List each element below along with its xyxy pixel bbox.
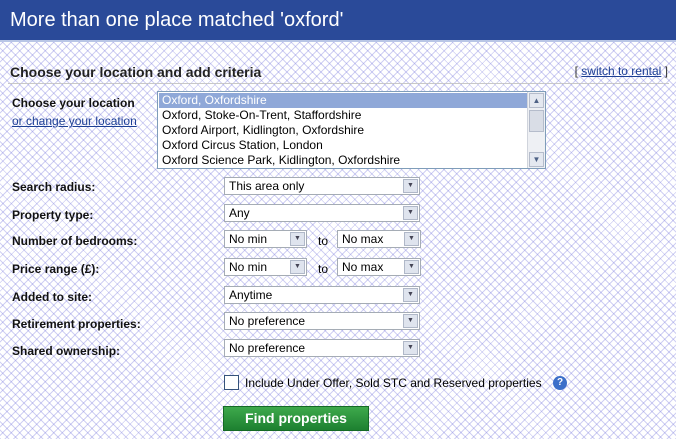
price-max-select[interactable]: No max ▼ bbox=[337, 258, 421, 276]
radius-label: Search radius: bbox=[12, 180, 96, 194]
location-option[interactable]: Oxford, Stoke-On-Trent, Staffordshire bbox=[159, 108, 527, 123]
shared-value: No preference bbox=[229, 341, 306, 355]
chevron-down-icon: ▼ bbox=[404, 260, 419, 274]
price-max-value: No max bbox=[342, 260, 384, 274]
chevron-down-icon: ▼ bbox=[290, 260, 305, 274]
retirement-value: No preference bbox=[229, 314, 306, 328]
include-under-offer-label[interactable]: Include Under Offer, Sold STC and Reserv… bbox=[245, 376, 542, 390]
radius-select[interactable]: This area only ▼ bbox=[224, 177, 420, 195]
switch-to-rental-link[interactable]: switch to rental bbox=[581, 64, 661, 78]
change-location-link[interactable]: or change your location bbox=[12, 114, 137, 128]
location-label: Choose your location bbox=[12, 96, 135, 110]
switch-bracket-close: ] bbox=[661, 64, 668, 78]
bedrooms-min-value: No min bbox=[229, 232, 268, 246]
chevron-down-icon: ▼ bbox=[403, 288, 418, 302]
location-option[interactable]: Oxford Science Park, Kidlington, Oxfords… bbox=[159, 153, 527, 168]
property-type-label: Property type: bbox=[12, 208, 94, 222]
help-icon[interactable]: ? bbox=[553, 376, 567, 390]
shared-label: Shared ownership: bbox=[12, 344, 121, 358]
bedrooms-label: Number of bedrooms: bbox=[12, 234, 138, 248]
added-value: Anytime bbox=[229, 288, 273, 302]
bedrooms-to-text: to bbox=[318, 234, 329, 248]
include-under-offer-checkbox[interactable] bbox=[224, 375, 239, 390]
chevron-down-icon: ▼ bbox=[404, 232, 419, 246]
location-option[interactable]: Oxford Airport, Kidlington, Oxfordshire bbox=[159, 123, 527, 138]
chevron-down-icon: ▼ bbox=[290, 232, 305, 246]
scroll-thumb[interactable] bbox=[529, 110, 544, 132]
retirement-label: Retirement properties: bbox=[12, 317, 141, 331]
bedrooms-max-select[interactable]: No max ▼ bbox=[337, 230, 421, 248]
section-divider bbox=[8, 83, 669, 84]
price-min-value: No min bbox=[229, 260, 268, 274]
chevron-down-icon: ▼ bbox=[403, 179, 418, 193]
scroll-down-arrow-icon[interactable]: ▼ bbox=[529, 152, 544, 167]
listbox-scrollbar[interactable]: ▲ ▼ bbox=[527, 92, 545, 168]
location-option[interactable]: Oxford, Oxfordshire bbox=[159, 93, 527, 108]
property-type-select[interactable]: Any ▼ bbox=[224, 204, 420, 222]
price-to-text: to bbox=[318, 262, 329, 276]
switch-to-rental: [ switch to rental ] bbox=[575, 64, 668, 78]
scroll-up-arrow-icon[interactable]: ▲ bbox=[529, 93, 544, 108]
section-title: Choose your location and add criteria bbox=[10, 64, 262, 80]
added-select[interactable]: Anytime ▼ bbox=[224, 286, 420, 304]
price-min-select[interactable]: No min ▼ bbox=[224, 258, 307, 276]
bedrooms-max-value: No max bbox=[342, 232, 384, 246]
added-label: Added to site: bbox=[12, 290, 92, 304]
find-properties-button[interactable]: Find properties bbox=[223, 406, 369, 431]
shared-select[interactable]: No preference ▼ bbox=[224, 339, 420, 357]
price-label: Price range (£): bbox=[12, 262, 100, 276]
location-listbox[interactable]: Oxford, Oxfordshire Oxford, Stoke-On-Tre… bbox=[157, 91, 546, 169]
bedrooms-min-select[interactable]: No min ▼ bbox=[224, 230, 307, 248]
location-option[interactable]: Oxford Circus Station, London bbox=[159, 138, 527, 153]
header-divider bbox=[0, 40, 676, 42]
chevron-down-icon: ▼ bbox=[403, 206, 418, 220]
retirement-select[interactable]: No preference ▼ bbox=[224, 312, 420, 330]
page-header: More than one place matched 'oxford' bbox=[0, 0, 676, 40]
chevron-down-icon: ▼ bbox=[403, 314, 418, 328]
chevron-down-icon: ▼ bbox=[403, 341, 418, 355]
property-type-value: Any bbox=[229, 206, 250, 220]
radius-value: This area only bbox=[229, 179, 305, 193]
